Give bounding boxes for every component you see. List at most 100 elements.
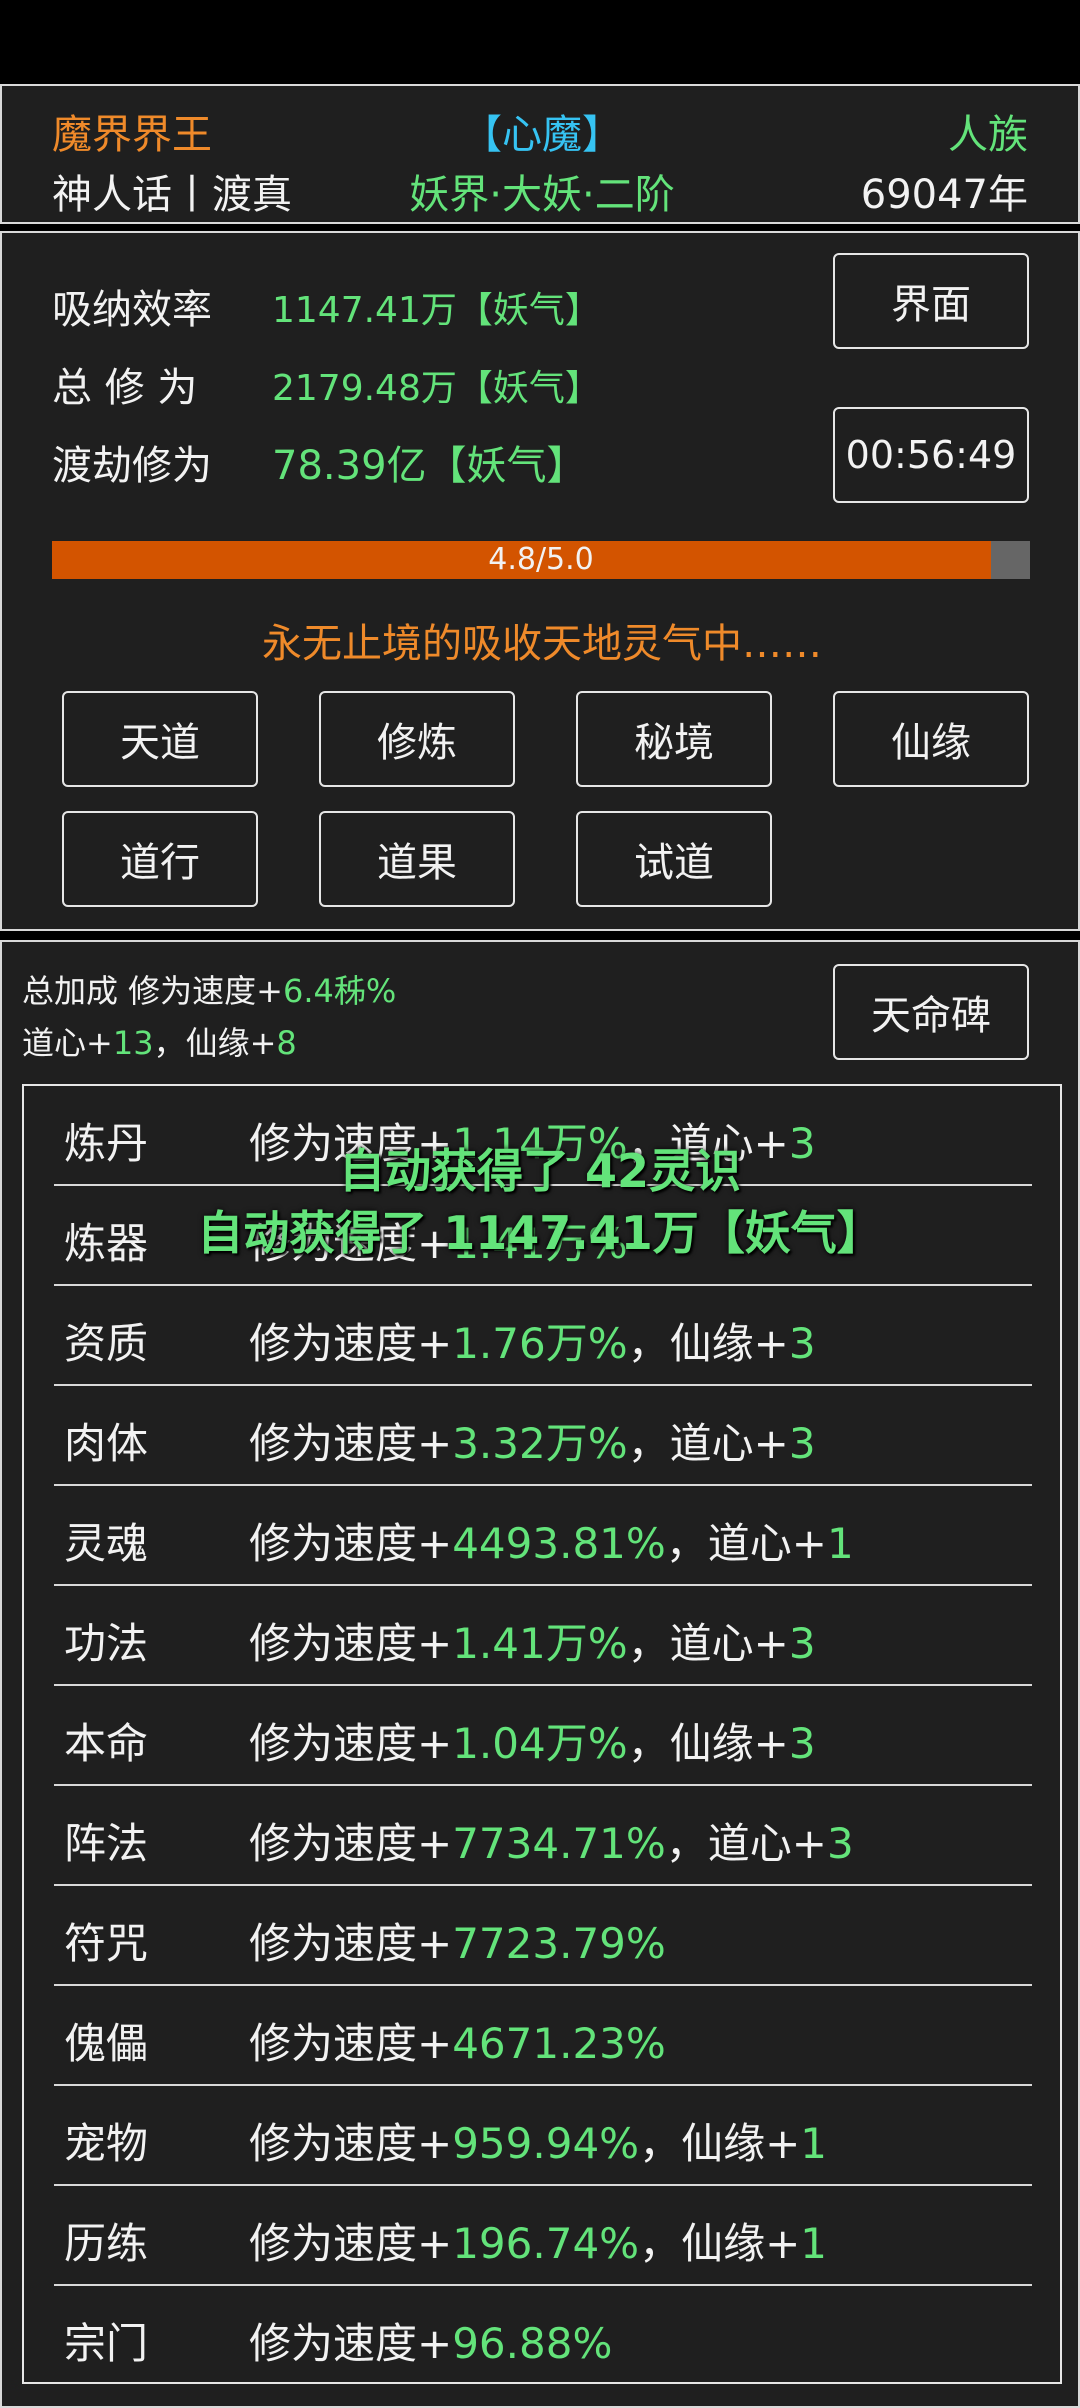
stats-panel: 吸纳效率 1147.41万【妖气】 总 修 为 2179.48万【妖气】 渡劫修… [0,231,1080,931]
speed-label: 修为速度+ [249,1719,453,1768]
heart-demon-title[interactable]: 【心魔】 [2,102,1080,160]
row-category: 本命 [64,1719,149,1768]
age-label: 69047年 [860,172,1028,218]
tiandao-button[interactable]: 天道 [62,691,258,787]
toast-message: 自动获得了 42灵识 [338,1144,742,1198]
row-category: 灵魂 [64,1519,149,1568]
timer-button[interactable]: 00:56:49 [833,407,1029,503]
row-category: 宗门 [64,2319,149,2368]
speed-value: 96.88% [452,2319,613,2368]
attribute-value: 1 [800,2119,828,2168]
table-row[interactable]: 宠物 修为速度+959.94%，仙缘+1 [54,2086,1032,2186]
row-description: 修为速度+3.32万%，道心+3 [249,1410,816,1471]
daoguo-button[interactable]: 道果 [319,811,515,907]
interface-button[interactable]: 界面 [833,253,1029,349]
speed-value: 7734.71% [452,1819,666,1868]
speed-label: 修为速度+ [249,1419,453,1468]
row-category: 符咒 [64,1919,149,1968]
attribute-label: ，道心+ [665,1519,827,1568]
total-cultivation-value: 2179.48万【妖气】 [272,368,601,409]
trial-button[interactable]: 试道 [576,811,772,907]
attribute-label: ，仙缘+ [627,1319,789,1368]
row-category: 肉体 [64,1419,149,1468]
row-description: 修为速度+4493.81%，道心+1 [249,1510,854,1571]
row-category: 功法 [64,1619,149,1668]
table-row[interactable]: 本命 修为速度+1.04万%，仙缘+3 [54,1686,1032,1786]
row-category: 宠物 [64,2119,149,2168]
daoxin-value: 13 [112,1024,154,1062]
attribute-label: ，道心+ [627,1419,789,1468]
attribute-label: ，道心+ [665,1819,827,1868]
row-description: 修为速度+7723.79% [249,1910,666,1971]
attribute-label: ，仙缘+ [639,2119,801,2168]
immortal-fate-button[interactable]: 仙缘 [833,691,1029,787]
row-description: 修为速度+4671.23% [249,2010,666,2071]
table-row[interactable]: 资质 修为速度+1.76万%，仙缘+3 [54,1286,1032,1386]
bonus-attributes-line: 道心+13，仙缘+8 [22,1018,297,1064]
speed-value: 4493.81% [452,1519,666,1568]
attribute-value: 3 [788,1319,816,1368]
attribute-value: 1 [827,1519,854,1568]
row-description: 修为速度+1.41万%，道心+3 [249,1610,816,1671]
row-category: 阵法 [64,1819,149,1868]
header-panel: 魔界界王 【心魔】 人族 神人话丨渡真 妖界·大妖·二阶 69047年 [0,84,1080,224]
row-description: 修为速度+7734.71%，道心+3 [249,1810,854,1871]
table-row[interactable]: 肉体 修为速度+3.32万%，道心+3 [54,1386,1032,1486]
row-description: 修为速度+959.94%，仙缘+1 [249,2110,827,2171]
efficiency-label: 吸纳效率 [52,287,212,333]
row-description: 修为速度+1.04万%，仙缘+3 [249,1710,816,1771]
row-description: 修为速度+1.76万%，仙缘+3 [249,1310,816,1371]
cultivation-progress-bar: 4.8/5.0 [52,541,1030,579]
speed-label: 修为速度+ [249,2119,453,2168]
row-category: 傀儡 [64,2019,149,2068]
tribulation-value: 78.39亿【妖气】 [272,443,587,489]
bonus-speed: 6.4秭% [283,972,397,1010]
speed-label: 修为速度+ [249,1819,453,1868]
speed-value: 196.74% [452,2219,640,2268]
speed-value: 959.94% [452,2119,640,2168]
xianyuan-label: 仙缘+ [185,1024,277,1062]
attribute-value: 3 [788,1619,816,1668]
speed-value: 1.41万% [452,1619,628,1668]
table-row[interactable]: 符咒 修为速度+7723.79% [54,1886,1032,1986]
tribulation-label: 渡劫修为 [52,443,212,489]
table-row[interactable]: 灵魂 修为速度+4493.81%，道心+1 [54,1486,1032,1586]
table-row[interactable]: 功法 修为速度+1.41万%，道心+3 [54,1586,1032,1686]
status-message: 永无止境的吸收天地灵气中…… [262,621,822,667]
attribute-label: ，仙缘+ [627,1719,789,1768]
attribute-value: 3 [827,1819,854,1868]
total-bonus-line: 总加成 修为速度+6.4秭% [22,966,396,1012]
bonus-separator: ， [153,1024,186,1062]
secret-realm-button[interactable]: 秘境 [576,691,772,787]
speed-label: 修为速度+ [249,1319,453,1368]
row-description: 修为速度+96.88% [249,2310,612,2371]
attribute-value: 3 [788,1719,816,1768]
speed-value: 1.76万% [452,1319,628,1368]
bonus-prefix: 总加成 修为速度+ [22,972,283,1010]
attribute-value: 3 [788,1419,816,1468]
table-row[interactable]: 阵法 修为速度+7734.71%，道心+3 [54,1786,1032,1886]
speed-value: 7723.79% [452,1919,666,1968]
destiny-stele-button[interactable]: 天命碑 [833,964,1029,1060]
speed-label: 修为速度+ [249,1519,453,1568]
total-cultivation-label: 总 修 为 [52,365,198,411]
speed-value: 4671.23% [452,2019,666,2068]
progress-text: 4.8/5.0 [488,542,594,577]
daoxing-button[interactable]: 道行 [62,811,258,907]
attribute-label: ，仙缘+ [639,2219,801,2268]
speed-label: 修为速度+ [249,2219,453,2268]
speed-value: 3.32万% [452,1419,628,1468]
daoxin-label: 道心+ [22,1024,113,1062]
speed-label: 修为速度+ [249,1619,453,1668]
row-category: 资质 [64,1319,149,1368]
row-description: 修为速度+196.74%，仙缘+1 [249,2210,827,2271]
table-row[interactable]: 宗门 修为速度+96.88% [54,2286,1032,2386]
attribute-label: ，道心+ [627,1619,789,1668]
row-category: 历练 [64,2219,149,2268]
speed-label: 修为速度+ [249,1919,453,1968]
cultivate-button[interactable]: 修炼 [319,691,515,787]
speed-label: 修为速度+ [249,2319,453,2368]
bonus-table: 炼丹 修为速度+1.14万%，道心+3 炼器 修为速度+1.41万% 资质 修为速度+1.… [22,1084,1062,2384]
table-row[interactable]: 历练 修为速度+196.74%，仙缘+1 [54,2186,1032,2286]
table-row[interactable]: 傀儡 修为速度+4671.23% [54,1986,1032,2086]
